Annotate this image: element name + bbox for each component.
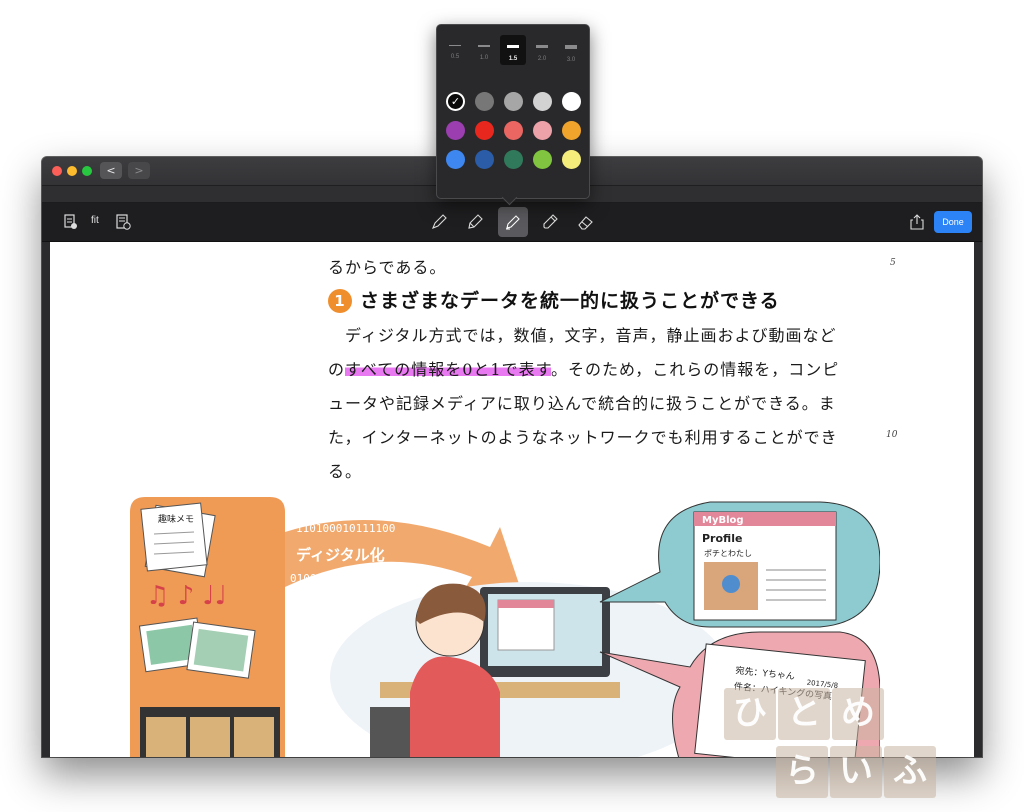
section-heading: 1 さまざまなデータを統一的に扱うことができる (328, 286, 780, 313)
close-window-button[interactable] (52, 166, 62, 176)
highlighter-tool[interactable] (534, 207, 564, 237)
text-line: ディジタル方式では，数値，文字，音声，静止画および動画など (328, 326, 837, 345)
color-swatch[interactable] (504, 150, 523, 169)
line-number: 5 (890, 258, 896, 268)
watermark-tile: ひ (724, 688, 776, 740)
back-button[interactable]: < (100, 162, 122, 179)
pencil-icon (432, 214, 447, 229)
zoom-window-button[interactable] (82, 166, 92, 176)
add-page-icon[interactable] (114, 213, 132, 231)
watermark-tile: ら (776, 746, 828, 798)
markup-style-popover: 0.5 1.0 1.5 2.0 3.0 (436, 24, 590, 199)
preview-window: < > fit Done るからである。 1 さまざまなデータを統一的に扱うこと… (42, 157, 982, 757)
color-swatch[interactable] (533, 150, 552, 169)
color-swatch[interactable] (533, 121, 552, 140)
done-button[interactable]: Done (934, 211, 972, 233)
stroke-preview (478, 45, 490, 47)
stroke-width-1-0[interactable]: 1.0 (471, 39, 497, 61)
text-line: のすべての情報を0と1で表す。そのため，これらの情報を，コンピ (328, 356, 839, 380)
stroke-width-label: 2.0 (537, 56, 547, 62)
stroke-preview (536, 45, 548, 48)
markup-toolbar: fit Done (42, 203, 982, 242)
watermark-tile: め (832, 688, 884, 740)
watermark-tile: と (778, 688, 830, 740)
marker-tool[interactable] (498, 207, 528, 237)
stroke-width-label: 1.0 (479, 54, 489, 61)
color-swatch[interactable] (504, 92, 523, 111)
stroke-preview (449, 45, 461, 46)
fit-button[interactable]: fit (91, 215, 99, 226)
pen-tool[interactable] (460, 207, 490, 237)
digital-label: ディジタル化 (296, 546, 385, 564)
line-number: 10 (886, 430, 898, 440)
color-swatch[interactable] (475, 121, 494, 140)
blog-subtitle: ポチとわたし (704, 549, 752, 558)
music-notes: ♫ ♪ ♩♩ (146, 581, 227, 611)
stroke-preview (565, 45, 577, 49)
color-swatch[interactable] (446, 150, 465, 169)
text-line: るからである。 (328, 258, 447, 277)
eraser-tool[interactable] (570, 207, 600, 237)
heading-text: さまざまなデータを統一的に扱うことができる (360, 290, 780, 312)
page-list-icon[interactable] (62, 213, 80, 231)
highlight-annotation[interactable]: すべての情報を0と1で表す (345, 360, 552, 379)
memo-title: 趣味メモ (158, 513, 194, 525)
text-line: る。 (328, 462, 363, 481)
stroke-width-0-5[interactable]: 0.5 (442, 39, 468, 60)
color-swatch[interactable] (562, 92, 581, 111)
stroke-width-label: 1.5 (508, 55, 518, 62)
watermark-tile: い (830, 746, 882, 798)
document-page[interactable]: るからである。 1 さまざまなデータを統一的に扱うことができる ディジタル方式では… (50, 242, 974, 757)
watermark-tile: ふ (884, 746, 936, 798)
stroke-width-3-0[interactable]: 3.0 (558, 39, 584, 63)
color-swatch[interactable] (446, 121, 465, 140)
text-span: 。そのため，これらの情報を，コンピ (551, 360, 840, 379)
color-swatch[interactable] (533, 92, 552, 111)
highlighter-icon (543, 214, 558, 229)
color-swatch[interactable] (504, 121, 523, 140)
color-swatch[interactable] (475, 150, 494, 169)
color-swatch[interactable] (562, 121, 581, 140)
chair (370, 707, 410, 757)
color-swatch[interactable] (446, 92, 465, 111)
color-swatch[interactable] (475, 92, 494, 111)
text-line: た，インターネットのようなネットワークでも利用することができ (328, 428, 838, 447)
color-swatch[interactable] (562, 150, 581, 169)
binary-text: 110100010111100 (296, 522, 395, 535)
stroke-width-label: 3.0 (566, 57, 576, 63)
binary-text: 01001011 (290, 572, 343, 585)
marker-icon (506, 215, 520, 230)
stroke-width-1-5[interactable]: 1.5 (500, 35, 526, 65)
blog-title: MyBlog (702, 515, 744, 526)
eraser-icon (578, 216, 593, 230)
pen-icon (468, 214, 483, 229)
text-line: ュータや記録メディアに取り込んで統合的に扱うことができる。ま (328, 394, 836, 413)
minimize-window-button[interactable] (67, 166, 77, 176)
pencil-tool[interactable] (424, 207, 454, 237)
stroke-width-2-0[interactable]: 2.0 (529, 39, 555, 62)
text-span: の (328, 360, 346, 379)
memo-paper: 趣味メモ (140, 502, 216, 578)
blog-profile: Profile (702, 532, 742, 545)
stroke-width-label: 0.5 (450, 54, 460, 60)
binary-text: 10010010 (290, 590, 343, 603)
share-icon[interactable] (908, 213, 926, 231)
stroke-preview (507, 45, 519, 48)
person-body (410, 656, 500, 757)
heading-number: 1 (328, 289, 352, 313)
forward-button[interactable]: > (128, 162, 150, 179)
